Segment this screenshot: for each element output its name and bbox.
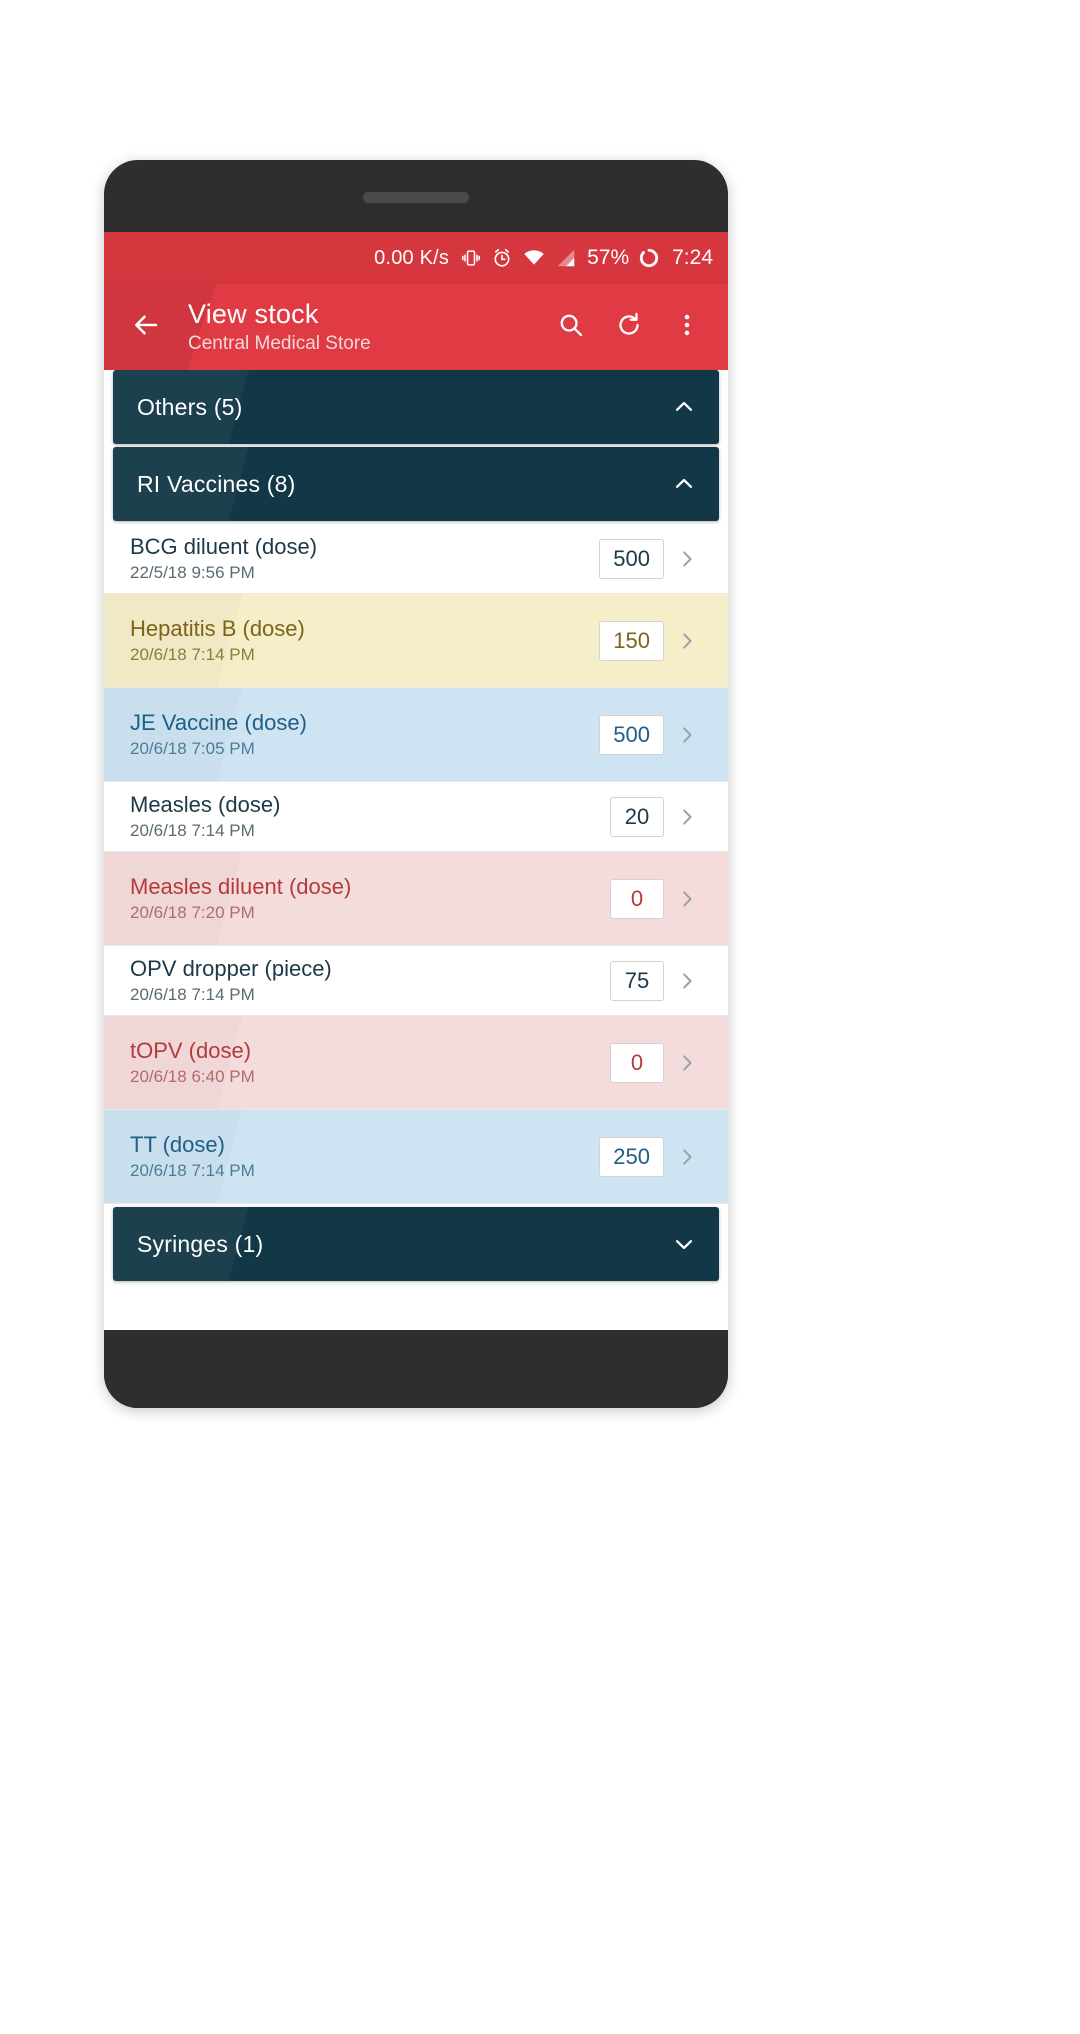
table-row[interactable]: Measles diluent (dose) 20/6/18 7:20 PM 0 <box>104 852 728 946</box>
table-row[interactable]: OPV dropper (piece) 20/6/18 7:14 PM 75 <box>104 946 728 1016</box>
group-header-label: RI Vaccines (8) <box>137 470 296 497</box>
table-row[interactable]: tOPV (dose) 20/6/18 6:40 PM 0 <box>104 1016 728 1110</box>
wifi-icon <box>522 247 546 269</box>
chevron-right-icon[interactable] <box>664 805 710 829</box>
item-date: 20/6/18 7:20 PM <box>130 903 255 922</box>
chevron-up-icon <box>671 394 697 420</box>
search-button[interactable] <box>544 300 598 354</box>
phone-screen: 0.00 K/s 57% 7:24 View stock Central Med… <box>104 232 728 1330</box>
item-date: 20/6/18 7:05 PM <box>130 739 255 758</box>
battery-percent-text: 57% <box>587 246 630 269</box>
item-date: 20/6/18 7:14 PM <box>130 1161 255 1180</box>
back-button[interactable] <box>120 301 172 353</box>
vibrate-icon <box>460 247 482 269</box>
row-text: tOPV (dose) 20/6/18 6:40 PM <box>130 1037 610 1088</box>
item-name: Hepatitis B (dose) <box>130 616 305 641</box>
overflow-menu-icon <box>673 311 701 344</box>
alarm-icon <box>491 247 513 269</box>
item-name: JE Vaccine (dose) <box>130 710 307 735</box>
refresh-button[interactable] <box>602 300 656 354</box>
item-name: BCG diluent (dose) <box>130 534 318 559</box>
item-quantity[interactable]: 75 <box>610 960 664 1001</box>
item-quantity[interactable]: 500 <box>599 714 664 755</box>
page-subtitle: Central Medical Store <box>188 332 371 354</box>
table-row[interactable]: BCG diluent (dose) 22/5/18 9:56 PM 500 <box>104 524 728 594</box>
item-date: 20/6/18 7:14 PM <box>130 821 255 840</box>
item-name: TT (dose) <box>130 1132 225 1157</box>
row-text: BCG diluent (dose) 22/5/18 9:56 PM <box>130 533 599 584</box>
group-header-label: Others (5) <box>137 393 243 420</box>
row-text: TT (dose) 20/6/18 7:14 PM <box>130 1131 599 1182</box>
network-speed-text: 0.00 K/s <box>374 246 450 269</box>
chevron-up-icon <box>671 471 697 497</box>
status-bar: 0.00 K/s 57% 7:24 <box>104 232 728 284</box>
item-date: 20/6/18 7:14 PM <box>130 985 255 1004</box>
group-header-others[interactable]: Others (5) <box>113 370 719 444</box>
chevron-right-icon[interactable] <box>664 547 710 571</box>
screenshot-canvas: 0.00 K/s 57% 7:24 View stock Central Med… <box>0 0 1080 2034</box>
item-date: 20/6/18 7:14 PM <box>130 645 255 664</box>
back-arrow-icon <box>131 310 161 345</box>
group-header-ri-vaccines[interactable]: RI Vaccines (8) <box>113 447 719 521</box>
phone-bottom-bezel <box>104 1330 728 1408</box>
status-bar-clock: 7:24 <box>672 246 713 269</box>
chevron-right-icon[interactable] <box>664 969 710 993</box>
item-date: 20/6/18 6:40 PM <box>130 1067 255 1086</box>
table-row[interactable]: JE Vaccine (dose) 20/6/18 7:05 PM 500 <box>104 688 728 782</box>
row-text: Measles diluent (dose) 20/6/18 7:20 PM <box>130 873 610 924</box>
row-text: OPV dropper (piece) 20/6/18 7:14 PM <box>130 955 610 1006</box>
item-quantity[interactable]: 0 <box>610 878 664 919</box>
table-row[interactable]: Hepatitis B (dose) 20/6/18 7:14 PM 150 <box>104 594 728 688</box>
phone-speaker <box>363 192 469 203</box>
item-name: OPV dropper (piece) <box>130 956 332 981</box>
group-header-syringes[interactable]: Syringes (1) <box>113 1207 719 1281</box>
chevron-right-icon[interactable] <box>664 887 710 911</box>
app-bar-actions <box>544 300 714 354</box>
item-name: Measles (dose) <box>130 792 281 817</box>
phone-frame: 0.00 K/s 57% 7:24 View stock Central Med… <box>104 160 728 1408</box>
chevron-down-icon <box>671 1231 697 1257</box>
stock-list-content[interactable]: 20 Items Others (5) RI Vaccines (8) <box>104 370 728 1330</box>
signal-icon <box>555 247 577 269</box>
page-title: View stock <box>188 298 319 329</box>
item-quantity[interactable]: 20 <box>610 796 664 837</box>
item-name: Measles diluent (dose) <box>130 874 352 899</box>
app-bar: View stock Central Medical Store <box>104 284 728 370</box>
item-quantity[interactable]: 500 <box>599 538 664 579</box>
item-date: 22/5/18 9:56 PM <box>130 563 255 582</box>
chevron-right-icon[interactable] <box>664 1145 710 1169</box>
search-icon <box>557 311 585 344</box>
battery-circle-icon <box>638 247 660 269</box>
group-header-label: Syringes (1) <box>137 1230 264 1257</box>
chevron-right-icon[interactable] <box>664 1051 710 1075</box>
app-bar-titles: View stock Central Medical Store <box>188 299 544 356</box>
item-quantity[interactable]: 150 <box>599 620 664 661</box>
item-quantity[interactable]: 250 <box>599 1136 664 1177</box>
row-text: Hepatitis B (dose) 20/6/18 7:14 PM <box>130 615 599 666</box>
item-quantity[interactable]: 0 <box>610 1042 664 1083</box>
chevron-right-icon[interactable] <box>664 629 710 653</box>
table-row[interactable]: TT (dose) 20/6/18 7:14 PM 250 <box>104 1110 728 1204</box>
refresh-icon <box>615 311 643 344</box>
row-text: Measles (dose) 20/6/18 7:14 PM <box>130 791 610 842</box>
row-text: JE Vaccine (dose) 20/6/18 7:05 PM <box>130 709 599 760</box>
item-name: tOPV (dose) <box>130 1038 252 1063</box>
chevron-right-icon[interactable] <box>664 723 710 747</box>
overflow-menu-button[interactable] <box>660 300 714 354</box>
table-row[interactable]: Measles (dose) 20/6/18 7:14 PM 20 <box>104 782 728 852</box>
